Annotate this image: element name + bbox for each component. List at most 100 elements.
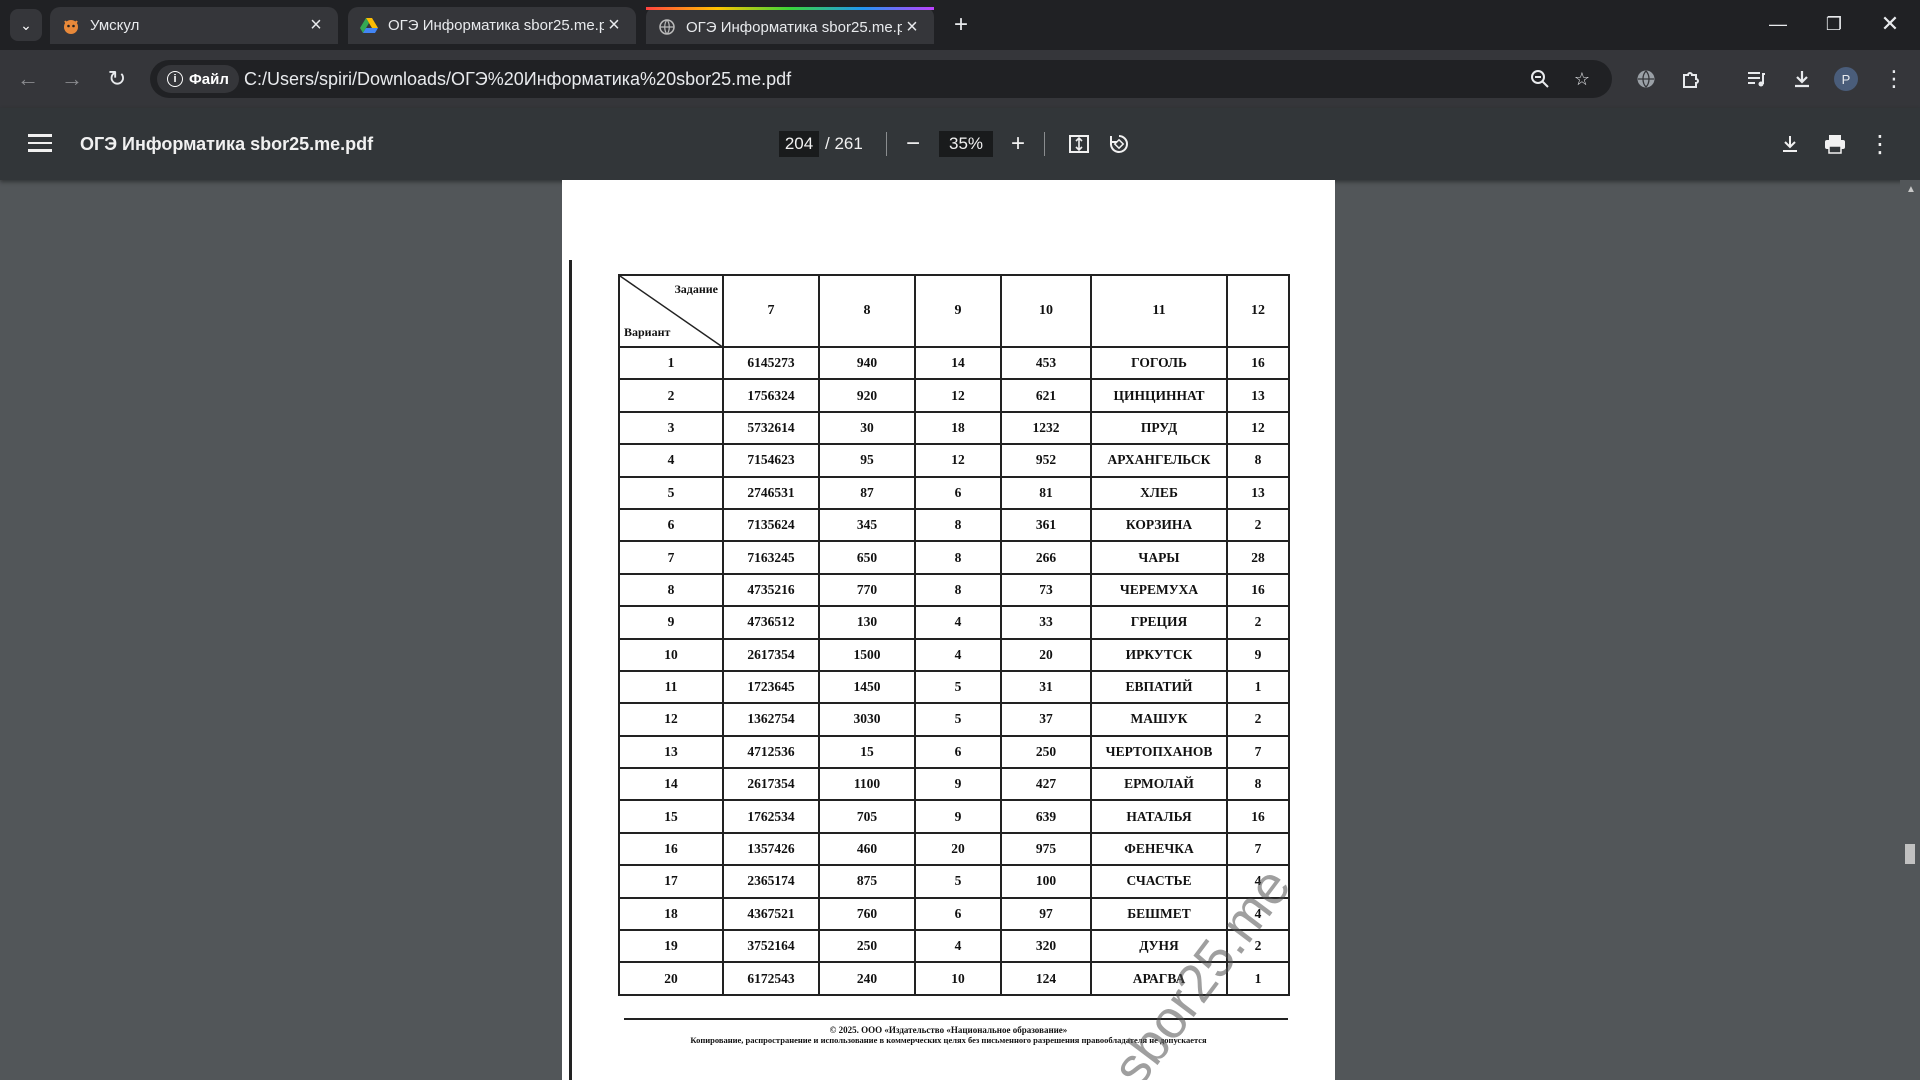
answer-cell: 9 xyxy=(914,799,1002,834)
answer-cell: 13 xyxy=(1226,475,1290,510)
answer-cell: 1500 xyxy=(818,637,916,672)
answer-cell: 7154623 xyxy=(722,443,820,478)
answer-cell: 7 xyxy=(1226,734,1290,770)
bookmark-star-icon[interactable]: ☆ xyxy=(1570,67,1594,91)
zoom-icon[interactable] xyxy=(1528,67,1552,91)
variant-cell: 17 xyxy=(618,864,724,899)
profile-avatar[interactable]: P xyxy=(1830,63,1862,95)
answer-cell: 5 xyxy=(914,702,1002,737)
tab-umskul[interactable]: Умскул × xyxy=(50,7,338,44)
answer-cell: 320 xyxy=(1000,929,1092,964)
answer-cell: ЕРМОЛАЙ xyxy=(1090,767,1228,802)
answer-cell: 975 xyxy=(1000,831,1092,867)
answer-cell: 2365174 xyxy=(722,864,820,899)
answer-cell: 124 xyxy=(1000,961,1092,996)
answer-cell: 81 xyxy=(1000,475,1092,510)
copyright-notice: Копирование, распространение и использов… xyxy=(690,1035,1207,1045)
answer-cell: 4367521 xyxy=(722,896,820,932)
answer-cell: 4 xyxy=(914,605,1002,640)
answer-cell: 87 xyxy=(818,475,916,510)
download-icon xyxy=(1783,136,1797,152)
tab-search-button[interactable]: ⌄ xyxy=(10,9,42,41)
answer-cell: ЦИНЦИННАТ xyxy=(1090,378,1228,413)
answer-cell: 10 xyxy=(914,961,1002,996)
close-tab-icon[interactable]: × xyxy=(306,14,326,37)
zoom-input[interactable]: 35% xyxy=(939,131,993,157)
column-header: 9 xyxy=(914,274,1002,348)
answer-cell: 3030 xyxy=(818,702,916,737)
pdf-toolbar: ОГЭ Информатика sbor25.me.pdf 204 / 261 … xyxy=(0,108,1920,180)
fit-page-button[interactable] xyxy=(1065,130,1093,158)
answer-cell: ДУНЯ xyxy=(1090,929,1228,964)
answer-cell: 240 xyxy=(818,961,916,996)
tab-title: ОГЭ Информатика sbor25.me.pdf xyxy=(686,18,902,36)
table-row: 1 6145273 940 14 453 ГОГОЛЬ 16 xyxy=(618,345,1290,381)
table-row: 7 7163245 650 8 266 ЧАРЫ 28 xyxy=(618,540,1290,575)
scrollbar-thumb[interactable] xyxy=(1905,844,1915,864)
minimize-button[interactable]: — xyxy=(1750,0,1806,48)
table-row: 6 7135624 345 8 361 КОРЗИНА 2 xyxy=(618,507,1290,543)
scrollbar[interactable]: ▲ xyxy=(1900,180,1920,1080)
answer-cell: 20 xyxy=(1000,637,1092,672)
back-button[interactable]: ← xyxy=(12,63,44,95)
answer-cell: 4 xyxy=(1226,864,1290,899)
site-info-label: Файл xyxy=(189,70,229,88)
tab-local-pdf[interactable]: ОГЭ Информатика sbor25.me.pdf × xyxy=(646,7,934,44)
close-tab-icon[interactable]: × xyxy=(902,16,922,39)
close-window-button[interactable]: ✕ xyxy=(1862,0,1918,48)
reload-button[interactable]: ↻ xyxy=(101,63,133,95)
address-bar[interactable]: i Файл C:/Users/spiri/Downloads/ОГЭ%20Ин… xyxy=(150,60,1612,98)
column-header: 10 xyxy=(1000,274,1092,348)
google-drive-icon xyxy=(360,17,378,35)
answer-cell: 650 xyxy=(818,540,916,575)
new-tab-button[interactable]: + xyxy=(946,10,976,40)
rotate-button[interactable] xyxy=(1105,130,1133,158)
pdf-more-icon[interactable]: ⋮ xyxy=(1866,130,1894,158)
answer-cell: 20 xyxy=(914,831,1002,867)
downloads-icon[interactable] xyxy=(1786,63,1818,95)
variant-cell: 8 xyxy=(618,572,724,608)
site-info-chip[interactable]: i Файл xyxy=(157,65,239,93)
answer-cell: 1756324 xyxy=(722,378,820,413)
answer-cell: КОРЗИНА xyxy=(1090,507,1228,543)
tab-drive-pdf[interactable]: ОГЭ Информатика sbor25.me.pdf × xyxy=(348,7,636,44)
sidebar-menu-icon[interactable] xyxy=(28,134,52,154)
answer-cell: 16 xyxy=(1226,572,1290,608)
zoom-in-button[interactable]: + xyxy=(1004,130,1032,158)
browser-toolbar: ← → ↻ i Файл C:/Users/spiri/Downloads/ОГ… xyxy=(0,50,1920,108)
variant-cell: 2 xyxy=(618,378,724,413)
variant-cell: 6 xyxy=(618,507,724,543)
column-header: 7 xyxy=(722,274,820,348)
pdf-title: ОГЭ Информатика sbor25.me.pdf xyxy=(80,134,374,154)
answer-cell: 6 xyxy=(914,475,1002,510)
answer-cell: 453 xyxy=(1000,345,1092,381)
scroll-up-arrow-icon[interactable]: ▲ xyxy=(1906,184,1916,195)
extension-globe-icon[interactable] xyxy=(1630,63,1662,95)
column-header: 11 xyxy=(1090,274,1228,348)
print-button[interactable] xyxy=(1821,130,1849,158)
answer-cell: МАШУК xyxy=(1090,702,1228,737)
media-controls-icon[interactable] xyxy=(1740,63,1772,95)
answer-cell: 621 xyxy=(1000,378,1092,413)
pdf-download-button[interactable] xyxy=(1776,130,1804,158)
answer-cell: 9 xyxy=(914,767,1002,802)
copyright-line: © 2025. ООО «Издательство «Национальное … xyxy=(829,1025,1068,1035)
extensions-puzzle-icon[interactable] xyxy=(1675,63,1707,95)
page-number-input[interactable]: 204 xyxy=(779,131,819,157)
close-tab-icon[interactable]: × xyxy=(604,14,624,37)
answer-cell: СЧАСТЬЕ xyxy=(1090,864,1228,899)
zoom-out-button[interactable]: − xyxy=(899,130,927,158)
restore-button[interactable]: ❐ xyxy=(1806,0,1862,48)
divider xyxy=(1044,132,1045,156)
variant-cell: 12 xyxy=(618,702,724,737)
answer-cell: 1357426 xyxy=(722,831,820,867)
forward-button[interactable]: → xyxy=(56,63,88,95)
answer-cell: 3752164 xyxy=(722,929,820,964)
url-text[interactable]: C:/Users/spiri/Downloads/ОГЭ%20Информати… xyxy=(244,69,791,90)
answer-cell: 4 xyxy=(1226,896,1290,932)
answer-cell: 4 xyxy=(914,929,1002,964)
browser-menu-icon[interactable]: ⋮ xyxy=(1878,63,1910,95)
variant-cell: 3 xyxy=(618,410,724,446)
answer-cell: 2 xyxy=(1226,702,1290,737)
rotate-icon xyxy=(1110,135,1128,153)
